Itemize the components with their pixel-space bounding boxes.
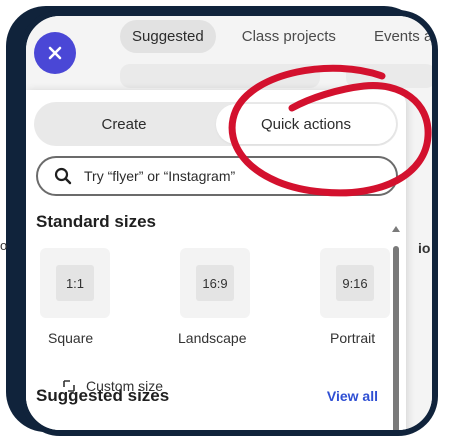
custom-size-label: Custom size <box>86 378 164 394</box>
size-card-portrait[interactable]: 9:16 <box>320 248 390 318</box>
segment-quick-actions[interactable]: Quick actions <box>216 104 396 144</box>
outside-text: o <box>0 238 8 253</box>
device-frame: Suggested Class projects Events a io Cre… <box>20 10 438 436</box>
background-card <box>346 64 432 88</box>
segment-create[interactable]: Create <box>34 102 214 146</box>
size-ratio: 9:16 <box>336 265 374 301</box>
background-card <box>120 64 320 88</box>
scrollbar[interactable] <box>392 224 400 430</box>
size-card-landscape[interactable]: 16:9 <box>180 248 250 318</box>
top-tabs: Suggested Class projects Events a <box>120 20 432 53</box>
size-label-portrait: Portrait <box>330 330 376 346</box>
background-side-text: io <box>418 240 431 256</box>
tab-events[interactable]: Events a <box>362 20 432 53</box>
scrollbar-thumb[interactable] <box>393 246 399 430</box>
resize-icon <box>63 380 75 392</box>
tab-suggested[interactable]: Suggested <box>120 20 216 53</box>
standard-sizes-title: Standard sizes <box>36 212 156 231</box>
close-button[interactable] <box>34 32 76 74</box>
mode-segmented-control: Create Quick actions <box>34 102 398 146</box>
tab-class-projects[interactable]: Class projects <box>230 20 348 53</box>
view-all-link[interactable]: View all <box>327 388 378 404</box>
size-label-landscape: Landscape <box>178 330 247 346</box>
size-ratio: 1:1 <box>56 265 94 301</box>
custom-size-row[interactable]: Custom size <box>62 378 163 394</box>
close-icon <box>48 46 62 60</box>
size-ratio: 16:9 <box>196 265 234 301</box>
scroll-up-arrow-icon[interactable] <box>392 226 400 232</box>
search-input[interactable] <box>82 167 366 185</box>
size-label-square: Square <box>48 330 94 346</box>
size-card-square[interactable]: 1:1 <box>40 248 110 318</box>
search-icon <box>54 167 72 185</box>
search-box <box>36 156 398 196</box>
